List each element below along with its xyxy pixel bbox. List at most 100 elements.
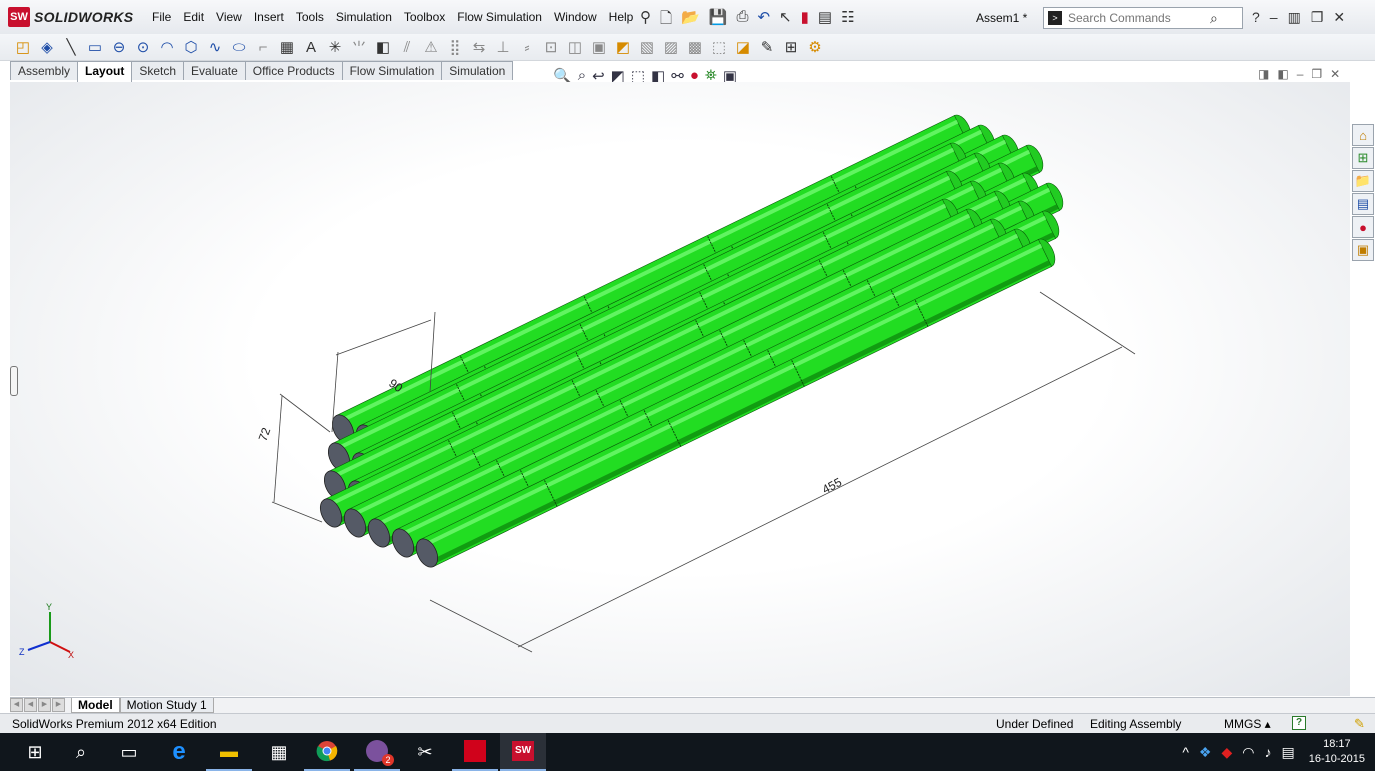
solidworks-taskbar-icon[interactable]: SW [500,733,546,771]
menu-flow-simulation[interactable]: Flow Simulation [451,10,548,24]
tile-icon[interactable]: ▥ [1288,9,1301,26]
viewport-minimize-icon[interactable]: – [1297,67,1304,81]
prev-tab-icon[interactable]: ◀ [24,698,37,712]
new-document-icon[interactable]: 🗋 [660,8,672,33]
solidworks-logo[interactable]: SW SOLIDWORKS [8,6,133,28]
split-left-icon[interactable]: ◨ [1258,67,1269,81]
graphics-area[interactable]: 455 90 72 Y X Z [10,82,1350,696]
menu-insert[interactable]: Insert [248,10,290,24]
menu-simulation[interactable]: Simulation [330,10,398,24]
pattern-icon[interactable]: ⣿ [446,38,464,56]
save-block-icon[interactable]: ▨ [662,38,680,56]
options-icon[interactable]: ☷ [841,8,854,33]
select-icon[interactable]: ↖ [779,8,792,33]
appearances-icon[interactable]: ● [1352,216,1374,238]
point-icon[interactable]: ✳ [326,38,344,56]
slot-icon[interactable]: ⊖ [110,38,128,56]
units-selector[interactable]: MMGS ▴ [1224,717,1271,731]
dimension-length-value[interactable]: 455 [820,475,845,497]
quick-tips-icon[interactable]: ? [1292,716,1306,730]
last-tab-icon[interactable]: ▶ [52,698,65,712]
edit-icon[interactable]: ✎ [758,38,776,56]
trim-icon[interactable]: ⺌ [350,38,368,57]
quick-snaps-icon[interactable]: ⊡ [542,38,560,56]
restore-icon[interactable]: ❐ [1311,9,1324,26]
tab-layout[interactable]: Layout [77,61,133,82]
dimension-height-value[interactable]: 72 [256,425,274,443]
viewport-restore-icon[interactable]: ❐ [1311,67,1322,81]
insert-block-icon[interactable]: ◩ [614,38,632,56]
menu-file[interactable]: File [146,10,177,24]
print-icon[interactable]: ⎙ [736,8,748,33]
settings-icon[interactable]: ⚙ [806,38,824,56]
view-palette-icon[interactable]: ▤ [1352,193,1374,215]
menu-window[interactable]: Window [548,10,603,24]
plane-icon[interactable]: ▦ [278,38,296,56]
make-block-icon[interactable]: ▣ [590,38,608,56]
help-icon[interactable]: ? [1252,9,1260,26]
search-commands[interactable]: > ⌕ [1043,7,1243,29]
tab-office-products[interactable]: Office Products [244,61,343,80]
arc-icon[interactable]: ◠ [158,38,176,56]
clock[interactable]: 18:17 16-10-2015 [1309,737,1365,767]
circle-icon[interactable]: ⊙ [134,38,152,56]
viber-icon[interactable]: 2 [354,733,400,771]
menu-help[interactable]: Help [603,10,640,24]
pen-icon[interactable]: ✎ [1354,716,1365,732]
tray-expand-icon[interactable]: ^ [1182,744,1189,760]
polygon-icon[interactable]: ⬡ [182,38,200,56]
wifi-icon[interactable]: ◠ [1242,744,1254,761]
dropbox-icon[interactable]: ❖ [1199,744,1212,761]
sketch-icon[interactable]: ◰ [14,38,32,56]
file-properties-icon[interactable]: ▤ [818,8,832,33]
file-explorer-icon[interactable]: 📁 [1352,170,1374,192]
resources-icon[interactable]: ⌂ [1352,124,1374,146]
make-part-icon[interactable]: ◪ [734,38,752,56]
spline-icon[interactable]: ∿ [206,38,224,56]
pin-icon[interactable]: ⚲ [640,8,651,33]
dimensions-icon[interactable]: ⊞ [782,38,800,56]
offset-icon[interactable]: ⫽ [398,38,416,56]
undo-icon[interactable]: ↶ [757,8,770,33]
ellipse-icon[interactable]: ⬭ [230,38,248,56]
tab-simulation[interactable]: Simulation [441,61,514,80]
repair-icon[interactable]: ⸗ [518,38,536,56]
save-icon[interactable]: 💾 [709,8,728,33]
notifications-icon[interactable]: ▤ [1281,744,1294,761]
tab-model[interactable]: Model [71,698,120,713]
tab-motion-study[interactable]: Motion Study 1 [119,698,214,713]
rapid-sketch-icon[interactable]: ◫ [566,38,584,56]
rectangle-icon[interactable]: ▭ [86,38,104,56]
fillet-icon[interactable]: ⌐ [254,38,272,56]
menu-toolbox[interactable]: Toolbox [398,10,451,24]
acrobat-icon[interactable] [452,733,498,771]
minimize-icon[interactable]: – [1270,9,1278,26]
tab-evaluate[interactable]: Evaluate [183,61,246,80]
snipping-tool-icon[interactable]: ✂ [402,733,448,771]
feature-manager-collapse-handle[interactable] [10,366,18,396]
line-icon[interactable]: ╲ [62,38,80,56]
split-right-icon[interactable]: ◧ [1277,67,1288,81]
close-icon[interactable]: ✕ [1333,9,1345,26]
menu-view[interactable]: View [210,10,248,24]
mirror-icon[interactable]: ⚠ [422,38,440,56]
cylinder-bundle[interactable] [316,112,1067,571]
first-tab-icon[interactable]: ◀ [10,698,23,712]
viewport-close-icon[interactable]: ✕ [1330,67,1340,81]
file-explorer-taskbar-icon[interactable]: ▬ [206,733,252,771]
convert-entities-icon[interactable]: ◧ [374,38,392,56]
tab-sketch[interactable]: Sketch [131,61,185,80]
calculator-icon[interactable]: ▦ [256,733,302,771]
menu-tools[interactable]: Tools [290,10,330,24]
edit-block-icon[interactable]: ▧ [638,38,656,56]
text-icon[interactable]: A [302,38,320,56]
design-library-icon[interactable]: ⊞ [1352,147,1374,169]
smart-dimension-icon[interactable]: ◈ [38,38,56,56]
search-taskbar-icon[interactable]: ⌕ [58,733,104,771]
relations-icon[interactable]: ⊥ [494,38,512,56]
antivirus-icon[interactable]: ◆ [1221,744,1232,761]
next-tab-icon[interactable]: ▶ [38,698,51,712]
volume-icon[interactable]: ♪ [1264,744,1271,760]
windows-start-icon[interactable]: ⊞ [12,733,58,771]
edge-browser-icon[interactable]: e [156,733,202,771]
